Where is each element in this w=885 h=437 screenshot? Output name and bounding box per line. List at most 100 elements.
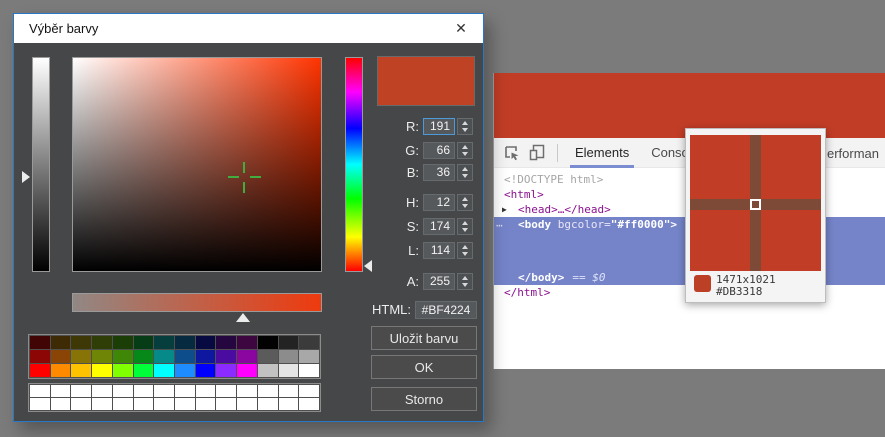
expand-arrow-icon[interactable]: ▶ [502, 202, 507, 217]
custom-swatch[interactable] [71, 385, 91, 397]
palette-swatch[interactable] [258, 336, 278, 349]
palette-swatch[interactable] [51, 350, 71, 363]
custom-swatch[interactable] [71, 398, 91, 410]
custom-swatch[interactable] [154, 385, 174, 397]
custom-swatch[interactable] [30, 385, 50, 397]
palette-swatch[interactable] [71, 336, 91, 349]
palette-swatch[interactable] [196, 336, 216, 349]
palette-swatch[interactable] [154, 350, 174, 363]
palette-swatch[interactable] [258, 350, 278, 363]
palette-swatch[interactable] [134, 350, 154, 363]
palette-swatch[interactable] [113, 336, 133, 349]
palette-swatch[interactable] [216, 364, 236, 377]
saturation-pointer[interactable] [236, 313, 250, 322]
palette-swatch[interactable] [92, 364, 112, 377]
custom-swatch[interactable] [258, 398, 278, 410]
palette-swatch[interactable] [175, 336, 195, 349]
head-line[interactable]: <head>…</head> [518, 202, 611, 217]
palette-swatch[interactable] [299, 336, 319, 349]
palette-swatch[interactable] [279, 336, 299, 349]
body-open-line[interactable]: <body bgcolor="#ff0000"> [518, 217, 677, 232]
cancel-button[interactable]: Storno [371, 387, 477, 411]
palette-swatch[interactable] [30, 336, 50, 349]
palette-swatch[interactable] [196, 350, 216, 363]
palette-swatch[interactable] [134, 336, 154, 349]
custom-swatch[interactable] [134, 398, 154, 410]
body-close-line[interactable]: </body>== $0 [518, 270, 605, 285]
palette-swatch[interactable] [92, 350, 112, 363]
channel-input-A[interactable]: 255 [423, 273, 455, 290]
palette-swatch[interactable] [71, 350, 91, 363]
custom-swatch[interactable] [175, 398, 195, 410]
palette-swatch[interactable] [113, 364, 133, 377]
palette-swatch[interactable] [175, 364, 195, 377]
custom-swatch[interactable] [216, 398, 236, 410]
channel-stepper-H[interactable] [457, 194, 473, 211]
doctype-line[interactable]: <!DOCTYPE html> [504, 172, 603, 187]
custom-swatch[interactable] [216, 385, 236, 397]
channel-stepper-L[interactable] [457, 242, 473, 259]
palette-swatch[interactable] [299, 364, 319, 377]
inspect-element-icon[interactable] [503, 144, 520, 161]
palette-swatch[interactable] [154, 364, 174, 377]
saturation-slider[interactable] [72, 293, 322, 312]
channel-stepper-B[interactable] [457, 164, 473, 181]
palette-swatch[interactable] [216, 350, 236, 363]
custom-swatch[interactable] [258, 385, 278, 397]
html-input[interactable]: #BF4224 [415, 301, 477, 319]
ok-button[interactable]: OK [371, 355, 477, 379]
palette-swatch[interactable] [196, 364, 216, 377]
palette-swatch[interactable] [30, 364, 50, 377]
channel-stepper-G[interactable] [457, 142, 473, 159]
save-color-button[interactable]: Uložit barvu [371, 326, 477, 350]
palette-swatch[interactable] [113, 350, 133, 363]
channel-input-B[interactable]: 36 [423, 164, 455, 181]
custom-swatch[interactable] [51, 398, 71, 410]
html-open-line[interactable]: <html> [504, 187, 544, 202]
custom-swatch[interactable] [196, 385, 216, 397]
channel-stepper-S[interactable] [457, 218, 473, 235]
channel-input-G[interactable]: 66 [423, 142, 455, 159]
channel-input-H[interactable]: 12 [423, 194, 455, 211]
palette-swatch[interactable] [30, 350, 50, 363]
custom-swatch[interactable] [299, 398, 319, 410]
channel-stepper-A[interactable] [457, 273, 473, 290]
tab-performance-partial[interactable]: erforman [827, 146, 879, 161]
custom-swatch[interactable] [175, 385, 195, 397]
channel-input-L[interactable]: 114 [423, 242, 455, 259]
palette-swatch[interactable] [154, 336, 174, 349]
palette-swatch[interactable] [237, 336, 257, 349]
custom-swatch[interactable] [30, 398, 50, 410]
palette-swatch[interactable] [237, 364, 257, 377]
palette-swatch[interactable] [216, 336, 236, 349]
palette-swatch[interactable] [92, 336, 112, 349]
palette-swatch[interactable] [175, 350, 195, 363]
palette-swatch[interactable] [134, 364, 154, 377]
palette-swatch[interactable] [51, 364, 71, 377]
palette-swatch[interactable] [237, 350, 257, 363]
custom-swatch[interactable] [92, 385, 112, 397]
channel-stepper-R[interactable] [457, 118, 473, 135]
palette-swatch[interactable] [258, 364, 278, 377]
channel-input-S[interactable]: 174 [423, 218, 455, 235]
palette-swatch[interactable] [299, 350, 319, 363]
custom-swatch[interactable] [92, 398, 112, 410]
channel-input-R[interactable]: 191 [423, 118, 455, 135]
custom-swatch[interactable] [134, 385, 154, 397]
node-menu-dots-icon[interactable]: ⋯ [496, 218, 504, 233]
palette-swatch[interactable] [71, 364, 91, 377]
custom-swatch[interactable] [299, 385, 319, 397]
palette-swatch[interactable] [279, 350, 299, 363]
custom-swatch[interactable] [51, 385, 71, 397]
custom-swatch[interactable] [237, 398, 257, 410]
html-close-line[interactable]: </html> [504, 285, 550, 300]
custom-swatch[interactable] [113, 398, 133, 410]
palette-swatch[interactable] [279, 364, 299, 377]
custom-swatch[interactable] [237, 385, 257, 397]
custom-swatch[interactable] [279, 385, 299, 397]
tab-elements[interactable]: Elements [570, 138, 634, 168]
palette-swatch[interactable] [51, 336, 71, 349]
custom-swatch[interactable] [154, 398, 174, 410]
custom-swatch[interactable] [279, 398, 299, 410]
close-button[interactable]: ✕ [445, 14, 477, 43]
